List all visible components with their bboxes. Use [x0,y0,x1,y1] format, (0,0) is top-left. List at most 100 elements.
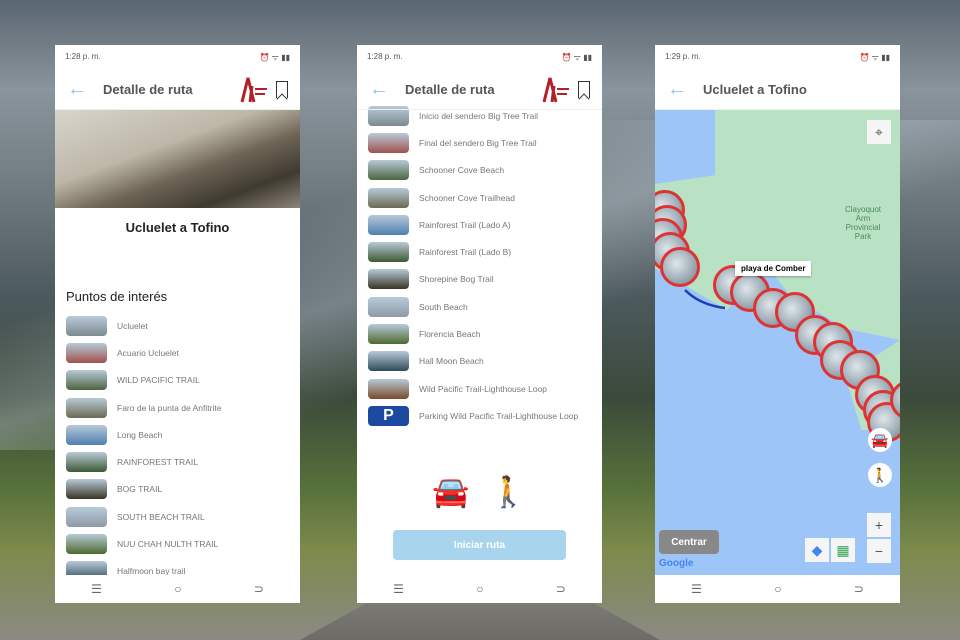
poi-label: Final del sendero Big Tree Trail [419,137,537,148]
poi-label: Long Beach [117,429,163,440]
poi-thumbnail [368,187,409,208]
poi-list-item[interactable]: Acuario Ucluelet [55,339,300,366]
poi-label: Parking Wild Pacific Trail-Lighthouse Lo… [419,410,579,421]
car-mode-button[interactable]: 🚘 [868,428,892,452]
poi-label: Rainforest Trail (Lado B) [419,247,512,258]
status-icons: ⏰ ᯤ ▮▮ [259,53,290,62]
status-time: 1:29 p. m. [665,52,701,61]
status-bar: 1:28 p. m. ⏰ ᯤ ▮▮ [357,45,602,70]
poi-list-item[interactable]: South Beach [357,293,602,320]
map-view[interactable]: Clayoquot Arm Provincial Park playa de C… [655,110,900,577]
poi-list-item[interactable]: Long Beach [55,421,300,448]
poi-list-item[interactable]: WILD PACIFIC TRAIL [55,367,300,394]
walk-mode-button[interactable]: 🚶 [868,463,892,487]
poi-thumbnail [66,479,107,500]
poi-list-item[interactable]: Wild Pacific Trail-Lighthouse Loop [357,375,602,402]
status-bar: 1:29 p. m. ⏰ ᯤ ▮▮ [655,45,900,70]
my-location-button[interactable]: ⌖ [867,120,891,144]
system-navbar: ☰ ○ ⊃ [655,575,900,603]
directions-icon[interactable]: ◆ [805,538,829,562]
poi-label: Shorepine Bog Trail [419,274,494,285]
status-time: 1:28 p. m. [65,52,101,61]
app-header: ← Detalle de ruta [55,70,300,110]
poi-thumbnail [66,315,107,336]
poi-list-item[interactable]: Hall Moon Beach [357,348,602,375]
poi-thumbnail [368,351,409,372]
section-title: Puntos de interés [66,289,168,304]
poi-label: Wild Pacific Trail-Lighthouse Loop [419,383,548,394]
app-header: ← Ucluelet a Tofino [655,70,900,110]
home-nav-button[interactable]: ○ [174,582,181,596]
zoom-in-button[interactable]: + [867,513,891,537]
poi-thumbnail [368,324,409,345]
back-arrow-icon[interactable]: ← [369,78,405,101]
poi-list-item[interactable]: Ucluelet [55,312,300,339]
back-nav-button[interactable]: ⊃ [254,582,264,596]
poi-label: Schooner Cove Beach [419,165,505,176]
poi-list-item[interactable]: BOG TRAIL [55,476,300,503]
poi-list-item[interactable]: NUU CHAH NULTH TRAIL [55,530,300,557]
poi-thumbnail [66,534,107,555]
back-arrow-icon[interactable]: ← [667,78,703,101]
poi-list-item[interactable]: Schooner Cove Trailhead [357,184,602,211]
poi-list-item[interactable]: Florencia Beach [357,320,602,347]
poi-list-item[interactable]: Rainforest Trail (Lado B) [357,238,602,265]
home-nav-button[interactable]: ○ [774,582,781,596]
walk-icon[interactable]: 🚶 [490,475,527,510]
menu-nav-button[interactable]: ☰ [393,582,404,596]
center-button[interactable]: Centrar [659,530,719,554]
route-line [684,289,726,310]
poi-thumbnail [368,242,409,263]
bookmark-icon[interactable] [276,81,288,98]
poi-label: RAINFOREST TRAIL [117,457,198,468]
poi-label: Florencia Beach [419,329,481,340]
poi-label: Hall Moon Beach [419,356,484,367]
status-bar: 1:28 p. m. ⏰ ᯤ ▮▮ [55,45,300,70]
header-title: Detalle de ruta [103,82,193,97]
poi-list-item[interactable]: Schooner Cove Beach [357,157,602,184]
poi-thumbnail [66,342,107,363]
poi-list: Ucluelet Acuario Ucluelet WILD PACIFIC TRA… [55,312,300,585]
start-route-button[interactable]: Iniciar ruta [393,530,566,560]
marker-tooltip: playa de Comber [735,261,812,276]
poi-label: South Beach [419,301,468,312]
route-title: Ucluelet a Tofino [125,220,230,235]
back-nav-button[interactable]: ⊃ [556,582,566,596]
back-nav-button[interactable]: ⊃ [854,582,864,596]
poi-list-item[interactable]: P Parking Wild Pacific Trail-Lighthouse L… [357,402,602,429]
poi-label: WILD PACIFIC TRAIL [117,375,200,386]
google-maps-icon[interactable]: ▦ [831,538,855,562]
poi-label: Acuario Ucluelet [117,347,179,358]
poi-label: Schooner Cove Trailhead [419,192,515,203]
status-time: 1:28 p. m. [367,52,403,61]
poi-list-item[interactable]: Shorepine Bog Trail [357,266,602,293]
poi-thumbnail [368,214,409,235]
poi-list-item[interactable]: Faro de la punta de Anfitrite [55,394,300,421]
menu-nav-button[interactable]: ☰ [691,582,702,596]
poi-map-marker[interactable] [660,247,700,287]
poi-list-item[interactable]: Final del sendero Big Tree Trail [357,129,602,156]
zoom-out-button[interactable]: − [867,539,891,563]
poi-thumbnail [66,452,107,473]
home-nav-button[interactable]: ○ [476,582,483,596]
poi-list-item[interactable]: Rainforest Trail (Lado A) [357,211,602,238]
poi-list-item[interactable]: SOUTH BEACH TRAIL [55,503,300,530]
poi-thumbnail [66,397,107,418]
screen-route-detail: 1:28 p. m. ⏰ ᯤ ▮▮ ← Detalle de ruta Uclue… [55,45,300,603]
screen-route-map: 1:29 p. m. ⏰ ᯤ ▮▮ ← Ucluelet a Tofino Cla… [655,45,900,603]
poi-list: Inicio del sendero Big Tree Trail Final d… [357,102,602,430]
menu-nav-button[interactable]: ☰ [91,582,102,596]
travel-modes: 🚘 🚶 [357,475,602,510]
status-icons: ⏰ ᯤ ▮▮ [859,53,890,62]
bookmark-icon[interactable] [578,81,590,98]
poi-thumbnail [368,378,409,399]
poi-label: Rainforest Trail (Lado A) [419,219,511,230]
car-icon[interactable]: 🚘 [432,475,469,510]
poi-label: BOG TRAIL [117,484,163,495]
screen-route-detail-scrolled: 1:28 p. m. ⏰ ᯤ ▮▮ ← Detalle de ruta Inici… [357,45,602,603]
back-arrow-icon[interactable]: ← [67,78,103,101]
poi-list-item[interactable]: RAINFOREST TRAIL [55,448,300,475]
route-hero-image [55,110,300,208]
app-logo [542,77,569,103]
app-logo [240,77,267,103]
